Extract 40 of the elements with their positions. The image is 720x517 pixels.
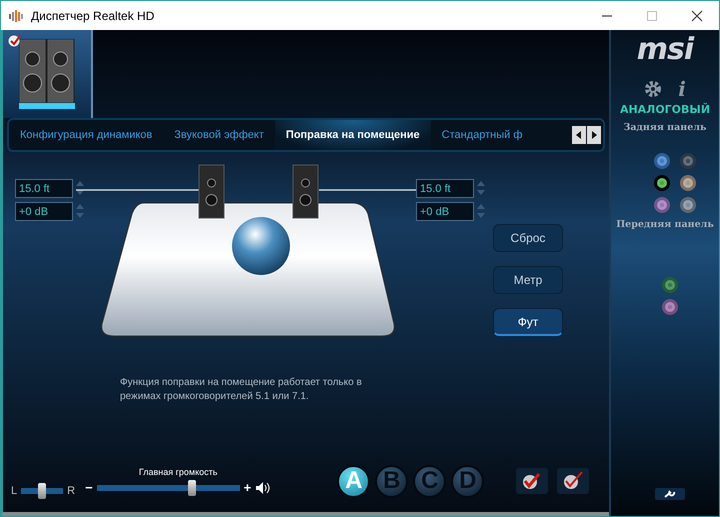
balance-right-label: R	[67, 485, 76, 497]
wrench-icon[interactable]	[655, 488, 685, 500]
check-icon[interactable]	[516, 468, 548, 494]
window-title: Диспетчер Realtek HD	[31, 8, 154, 22]
panel-label: Задняя панель	[624, 122, 706, 133]
scroll-right-icon[interactable]	[587, 126, 601, 144]
info-icon[interactable]: i	[678, 79, 686, 99]
panel-label: Передняя панель	[616, 219, 714, 230]
mode-label: АНАЛОГОВЫЙ	[620, 103, 710, 116]
listener-sphere[interactable]	[232, 217, 290, 275]
tab[interactable]: Поправка на помещение	[274, 120, 431, 150]
check-icon[interactable]	[557, 468, 590, 494]
tab[interactable]: Звуковой эффект	[163, 120, 275, 150]
speaker-icon[interactable]	[292, 164, 318, 218]
slider-thumb[interactable]	[188, 480, 196, 496]
plus-sign: +	[244, 480, 252, 495]
audio-jack[interactable]	[654, 175, 670, 191]
scroll-left-icon[interactable]	[572, 126, 586, 144]
info-text: Функция поправки на помещение работает только в режимах громкоговорителей 5.1 или 7.1.	[120, 376, 363, 404]
volume-icon[interactable]	[255, 480, 272, 494]
distance-field[interactable]: 15.0 ft	[15, 178, 73, 198]
balance-left-label: L	[11, 485, 18, 497]
tab[interactable]: Стандартный ф	[430, 120, 534, 150]
volume-label: Главная громкость	[138, 466, 218, 476]
unit-button[interactable]: Сброс	[493, 224, 563, 252]
speakers-icon	[19, 39, 75, 109]
gain-field[interactable]: +0 dB	[416, 202, 474, 220]
gain-field[interactable]: +0 dB	[15, 202, 73, 220]
distance-field[interactable]: 15.0 ft	[416, 178, 474, 198]
unit-button[interactable]: Метр	[493, 266, 563, 294]
speaker-icon[interactable]	[198, 164, 224, 218]
close-icon[interactable]	[691, 10, 703, 22]
logo: msi	[636, 32, 694, 67]
minus-sign: −	[85, 480, 93, 495]
speaker-device-tile[interactable]	[3, 30, 93, 118]
slider-thumb[interactable]	[38, 483, 46, 499]
unit-button[interactable]: Фут	[493, 308, 563, 336]
settings-icon[interactable]	[644, 80, 662, 98]
tab[interactable]: Конфигурация динамиков	[9, 120, 164, 150]
app-icon	[9, 8, 25, 22]
